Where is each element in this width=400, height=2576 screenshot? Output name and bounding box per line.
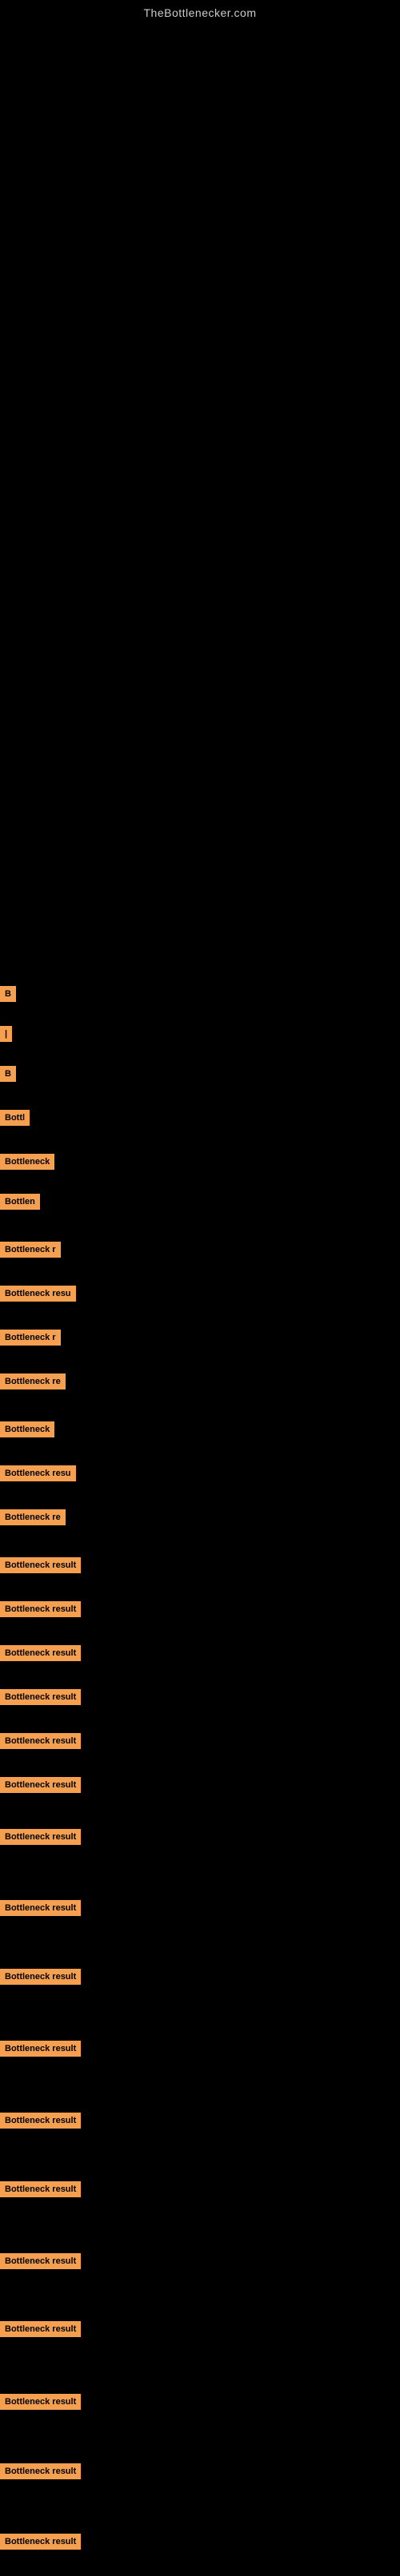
bottleneck-item: Bottleneck result	[0, 2394, 81, 2414]
bottleneck-label: Bottleneck result	[0, 1900, 81, 1916]
bottleneck-label: Bottleneck result	[0, 2534, 81, 2550]
bottleneck-label: Bottleneck result	[0, 2463, 81, 2479]
bottleneck-label: Bottleneck result	[0, 1969, 81, 1985]
bottleneck-container: B | B Bottl Bottleneck Bottlen Bottleneck r Bot…	[0, 19, 400, 2576]
bottleneck-label: Bottleneck result	[0, 1777, 81, 1793]
bottleneck-label: Bottleneck result	[0, 1645, 81, 1661]
bottleneck-label: Bottleneck r	[0, 1330, 61, 1346]
bottleneck-label: Bottleneck result	[0, 2113, 81, 2129]
bottleneck-item: Bottleneck result	[0, 2463, 81, 2483]
bottleneck-item: Bottleneck result	[0, 1969, 81, 1989]
bottleneck-label: Bottleneck result	[0, 1601, 81, 1617]
bottleneck-item: Bottleneck result	[0, 1900, 81, 1920]
bottleneck-item: Bottleneck result	[0, 2181, 81, 2201]
bottleneck-item: Bottleneck result	[0, 1557, 81, 1577]
bottleneck-label: Bottleneck re	[0, 1373, 66, 1389]
bottleneck-label: Bottleneck result	[0, 2041, 81, 2057]
bottleneck-item: Bottleneck re	[0, 1373, 66, 1393]
bottleneck-item: Bottleneck result	[0, 1601, 81, 1621]
bottleneck-item: B	[0, 986, 16, 1006]
bottleneck-item: Bottleneck result	[0, 2253, 81, 2273]
bottleneck-label: Bottleneck r	[0, 1242, 61, 1258]
bottleneck-label: Bottleneck resu	[0, 1286, 76, 1302]
bottleneck-label: Bottleneck result	[0, 2253, 81, 2269]
bottleneck-item: Bottleneck result	[0, 1777, 81, 1797]
bottleneck-label: Bottleneck	[0, 1421, 54, 1437]
bottleneck-item: Bottleneck result	[0, 1689, 81, 1709]
bottleneck-label: Bottleneck	[0, 1154, 54, 1170]
bottleneck-label: Bottl	[0, 1110, 30, 1126]
bottleneck-item: Bottl	[0, 1110, 30, 1130]
bottleneck-item: Bottleneck result	[0, 2113, 81, 2133]
bottleneck-label: B	[0, 986, 16, 1002]
bottleneck-item: Bottleneck	[0, 1154, 54, 1174]
bottleneck-label: Bottlen	[0, 1194, 40, 1210]
bottleneck-label: Bottleneck re	[0, 1509, 66, 1525]
bottleneck-item: Bottleneck result	[0, 2041, 81, 2061]
bottleneck-label: |	[0, 1026, 12, 1042]
bottleneck-item: Bottleneck result	[0, 1829, 81, 1849]
bottleneck-label: Bottleneck result	[0, 1689, 81, 1705]
bottleneck-label: Bottleneck result	[0, 1829, 81, 1845]
bottleneck-label: Bottleneck result	[0, 1733, 81, 1749]
bottleneck-item: Bottleneck result	[0, 1733, 81, 1753]
bottleneck-item: Bottlen	[0, 1194, 40, 1214]
bottleneck-label: Bottleneck result	[0, 2394, 81, 2410]
bottleneck-item: Bottleneck re	[0, 1509, 66, 1529]
bottleneck-label: Bottleneck result	[0, 2181, 81, 2197]
bottleneck-label: Bottleneck result	[0, 1557, 81, 1573]
bottleneck-item: |	[0, 1026, 12, 1046]
bottleneck-item: Bottleneck resu	[0, 1465, 76, 1485]
bottleneck-label: Bottleneck resu	[0, 1465, 76, 1481]
bottleneck-item: Bottleneck r	[0, 1330, 61, 1350]
bottleneck-item: Bottleneck r	[0, 1242, 61, 1262]
bottleneck-label: Bottleneck result	[0, 2321, 81, 2337]
bottleneck-item: Bottleneck result	[0, 1645, 81, 1665]
bottleneck-label: B	[0, 1066, 16, 1082]
bottleneck-item: Bottleneck resu	[0, 1286, 76, 1306]
bottleneck-item: Bottleneck result	[0, 2321, 81, 2341]
bottleneck-item: Bottleneck	[0, 1421, 54, 1441]
bottleneck-item: B	[0, 1066, 16, 1086]
bottleneck-item: Bottleneck result	[0, 2534, 81, 2554]
site-title: TheBottlenecker.com	[0, 0, 400, 19]
